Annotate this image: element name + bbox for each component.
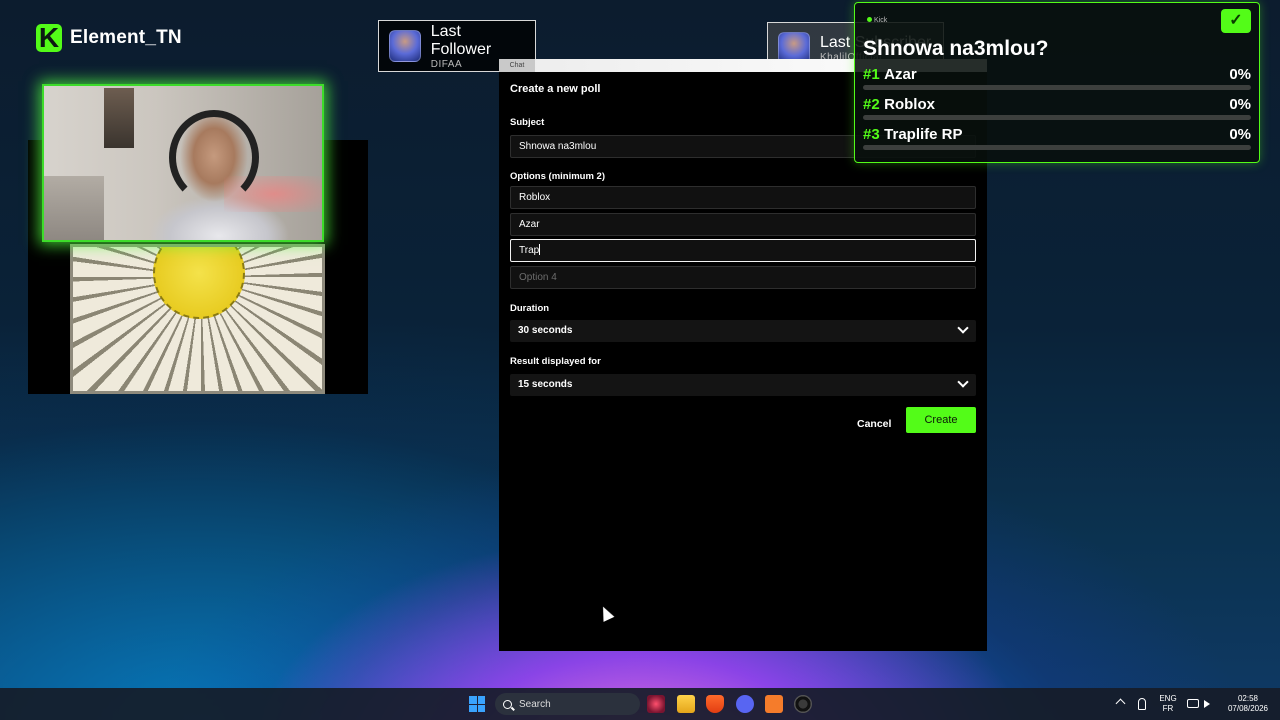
discord-icon[interactable] xyxy=(736,695,754,713)
poll-option-bar xyxy=(863,115,1251,120)
option-3-value: Trap xyxy=(519,245,540,256)
language-bottom: FR xyxy=(1162,704,1174,713)
webcam-feed xyxy=(42,84,324,242)
poll-option-rank: #3 xyxy=(863,126,880,143)
poll-option-label: Roblox xyxy=(884,96,935,113)
poll-option-row: #1 Azar 0% xyxy=(863,66,1251,90)
clock-date: 07/08/2026 xyxy=(1227,704,1269,713)
language-top: ENG xyxy=(1159,694,1177,703)
headphones xyxy=(169,110,259,205)
poll-option-rank: #2 xyxy=(863,96,880,113)
follower-avatar xyxy=(389,30,421,62)
album-art xyxy=(70,244,325,394)
duration-select[interactable]: 30 seconds xyxy=(510,320,976,342)
sun-emblem xyxy=(153,247,245,319)
network-icon[interactable] xyxy=(1187,699,1199,708)
clock[interactable]: 02:58 07/08/2026 xyxy=(1222,688,1274,720)
chat-tab[interactable]: Chat xyxy=(499,59,535,73)
windows-taskbar: Search ENG FR 02:58 07/08/2026 xyxy=(0,688,1280,720)
poll-widget: Kick Shnowa na3mlou? ✓ #1 Azar 0% #2 Rob… xyxy=(854,2,1260,163)
kick-platform-tag: Kick xyxy=(867,17,887,24)
channel-brand: K Element_TN xyxy=(36,22,182,53)
poll-option-percent: 0% xyxy=(1229,126,1251,143)
language-indicator[interactable]: ENG FR xyxy=(1158,688,1178,720)
poll-option-row: #3 Traplife RP 0% xyxy=(863,126,1251,150)
channel-name: Element_TN xyxy=(70,27,182,48)
chevron-down-icon xyxy=(957,376,969,388)
option-1-input[interactable]: Roblox xyxy=(510,186,976,209)
clock-time: 02:58 xyxy=(1237,694,1259,703)
poll-option-bar xyxy=(863,85,1251,90)
result-duration-select[interactable]: 15 seconds xyxy=(510,374,976,396)
poll-option-label: Azar xyxy=(884,66,917,83)
create-button[interactable]: Create xyxy=(906,407,976,433)
brave-browser-icon[interactable] xyxy=(706,695,724,713)
obs-icon[interactable] xyxy=(794,695,812,713)
kick-logo-icon: K xyxy=(36,22,62,53)
taskbar-search-label: Search xyxy=(519,698,551,710)
xampp-icon[interactable] xyxy=(765,695,783,713)
duration-label: Duration xyxy=(510,303,550,314)
option-3-input[interactable]: Trap xyxy=(510,239,976,262)
poll-option-percent: 0% xyxy=(1229,96,1251,113)
subject-label: Subject xyxy=(510,117,545,128)
check-icon: ✓ xyxy=(1221,9,1251,33)
duration-value: 30 seconds xyxy=(518,325,573,336)
volume-icon[interactable] xyxy=(1204,700,1210,708)
poll-option-label: Traplife RP xyxy=(884,126,963,143)
chevron-down-icon xyxy=(957,322,969,334)
file-explorer-icon[interactable] xyxy=(677,695,695,713)
taskbar-search[interactable]: Search xyxy=(495,693,640,715)
options-label: Options (minimum 2) xyxy=(510,171,605,182)
search-icon xyxy=(503,699,512,709)
media-app-icon[interactable] xyxy=(647,695,665,713)
poll-question: Shnowa na3mlou? xyxy=(863,37,1049,60)
poll-option-percent: 0% xyxy=(1229,66,1251,83)
text-caret xyxy=(539,244,541,255)
result-duration-value: 15 seconds xyxy=(518,379,573,390)
show-hidden-icons-chevron-icon[interactable] xyxy=(1115,698,1126,709)
option-2-input[interactable]: Azar xyxy=(510,213,976,236)
start-icon[interactable] xyxy=(469,696,485,712)
result-duration-label: Result displayed for xyxy=(510,356,601,367)
modal-title: Create a new poll xyxy=(510,83,601,95)
last-follower-title: Last Follower xyxy=(430,22,492,58)
microphone-icon[interactable] xyxy=(1138,698,1146,710)
poll-option-bar xyxy=(863,145,1251,150)
poll-option-rank: #1 xyxy=(863,66,880,83)
cancel-button[interactable]: Cancel xyxy=(857,412,891,436)
option-4-input[interactable]: Option 4 xyxy=(510,266,976,289)
poll-option-row: #2 Roblox 0% xyxy=(863,96,1251,120)
